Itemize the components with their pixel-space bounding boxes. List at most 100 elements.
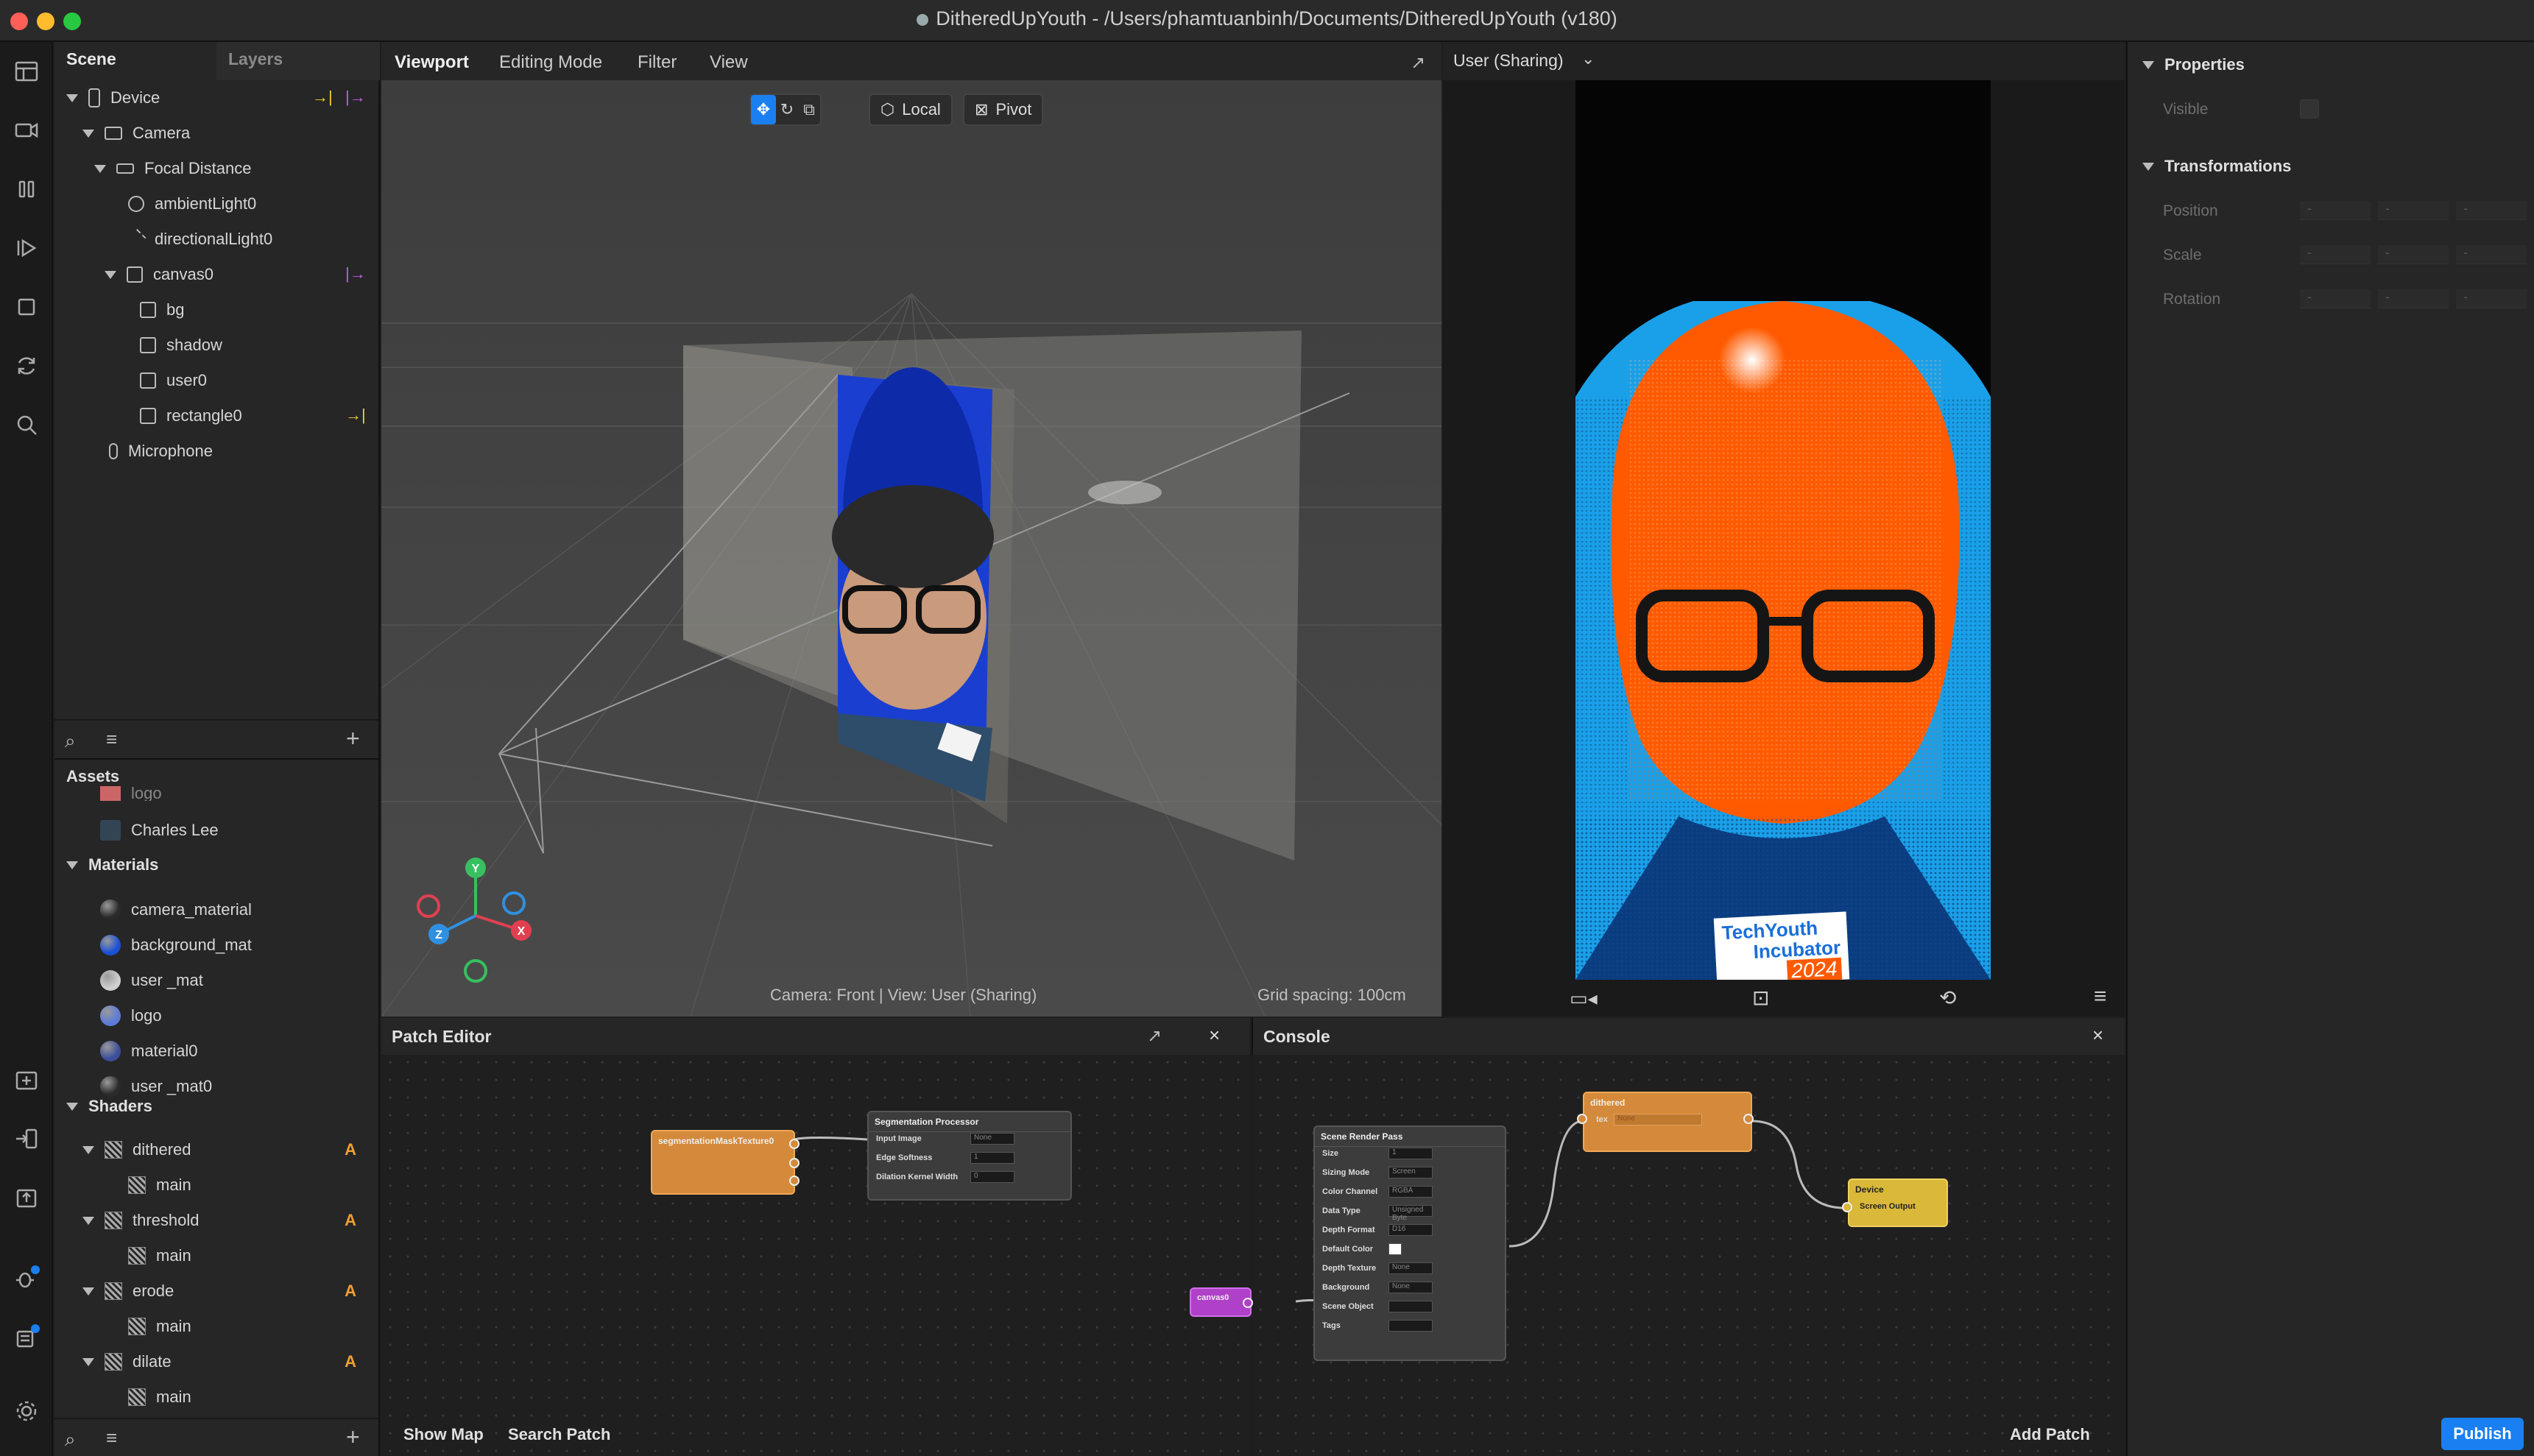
- console-panel[interactable]: Console × canvas0 Scene Render Pass Size…: [1190, 1018, 2125, 1456]
- search-icon[interactable]: ⌕: [65, 1428, 76, 1452]
- material-item[interactable]: material0: [100, 1033, 197, 1069]
- search-icon[interactable]: [12, 410, 41, 439]
- expand-icon[interactable]: [82, 1216, 94, 1225]
- shader-child-item[interactable]: main: [128, 1309, 191, 1344]
- material-item[interactable]: camera_material: [100, 892, 252, 927]
- tree-item-camera[interactable]: Camera: [82, 116, 190, 151]
- tab-layers[interactable]: Layers: [228, 49, 283, 69]
- transform-field[interactable]: -: [2300, 245, 2371, 264]
- expand-icon[interactable]: [66, 860, 78, 869]
- menu-filter[interactable]: Filter: [638, 52, 677, 73]
- viewport[interactable]: Viewport Editing Mode Filter View ↗ Y X …: [381, 42, 1441, 1017]
- materials-section[interactable]: Materials: [66, 855, 158, 874]
- search-icon[interactable]: ⌕: [65, 729, 76, 753]
- dilation-kernel-field[interactable]: 0: [970, 1171, 1014, 1183]
- expand-icon[interactable]: [105, 270, 116, 279]
- expand-icon[interactable]: [66, 93, 78, 102]
- rotate-device-icon[interactable]: ⟲: [1939, 986, 1956, 1010]
- transform-field[interactable]: -: [2300, 289, 2371, 308]
- show-map-button[interactable]: Show Map: [403, 1425, 484, 1444]
- shader-item[interactable]: dithered A: [82, 1132, 377, 1167]
- chevron-down-icon[interactable]: ⌄: [1581, 49, 1595, 68]
- transform-field[interactable]: -: [2456, 201, 2527, 220]
- record-icon[interactable]: ▭◂: [1570, 987, 1598, 1010]
- node-port[interactable]: [1577, 1114, 1587, 1124]
- menu-editing-mode[interactable]: Editing Mode: [499, 52, 602, 73]
- shader-child-item[interactable]: main: [128, 1379, 191, 1415]
- tree-item-focal-distance[interactable]: Focal Distance: [94, 151, 252, 186]
- node-port[interactable]: [789, 1139, 800, 1149]
- expand-icon[interactable]: [82, 1145, 94, 1154]
- pause-icon[interactable]: [12, 174, 41, 204]
- tree-item-device[interactable]: Device: [66, 80, 160, 116]
- visible-checkbox[interactable]: [2300, 99, 2319, 119]
- debug-icon[interactable]: [12, 1264, 41, 1293]
- node-scene-render-pass[interactable]: Scene Render Pass Size 1 Sizing Mode Screen…: [1313, 1125, 1506, 1361]
- refresh-icon[interactable]: [12, 351, 41, 381]
- shader-child-item[interactable]: main: [128, 1167, 191, 1203]
- transform-field[interactable]: -: [2300, 201, 2371, 220]
- expand-icon[interactable]: [82, 1357, 94, 1366]
- scale-tool-icon[interactable]: ⧉: [798, 95, 820, 124]
- settings-icon[interactable]: [12, 1396, 41, 1426]
- shaders-section[interactable]: Shaders: [66, 1097, 152, 1116]
- shader-child-item[interactable]: main: [128, 1238, 191, 1273]
- tree-item-ambient-light[interactable]: ambientLight0: [128, 186, 256, 222]
- node-port[interactable]: [1743, 1114, 1754, 1124]
- input-image-field[interactable]: None: [970, 1133, 1014, 1145]
- transform-field[interactable]: -: [2378, 201, 2449, 220]
- local-button[interactable]: ⬡ Local: [869, 93, 953, 126]
- search-patch-button[interactable]: Search Patch: [508, 1425, 610, 1444]
- node-field[interactable]: Unsigned Byte: [1388, 1205, 1433, 1222]
- expand-icon[interactable]: [2142, 60, 2154, 69]
- tree-item-directional-light[interactable]: directionalLight0: [124, 222, 272, 257]
- expand-icon[interactable]: [66, 1102, 78, 1111]
- add-icon[interactable]: +: [346, 725, 360, 752]
- shader-item[interactable]: erode A: [82, 1273, 377, 1309]
- node-field[interactable]: Screen: [1388, 1167, 1433, 1178]
- menu-icon[interactable]: ≡: [2094, 984, 2107, 1009]
- edge-softness-field[interactable]: 1: [970, 1152, 1014, 1164]
- tree-item-user0[interactable]: user0: [140, 363, 207, 398]
- stop-icon[interactable]: [12, 292, 41, 322]
- expand-icon[interactable]: [82, 129, 94, 138]
- export-icon[interactable]: [12, 1183, 41, 1212]
- tree-item-rectangle0[interactable]: rectangle0: [140, 398, 242, 434]
- shader-item[interactable]: dilate A: [82, 1344, 377, 1379]
- tree-item-microphone[interactable]: Microphone: [105, 434, 213, 469]
- tree-item-canvas[interactable]: canvas0: [105, 257, 213, 292]
- material-item[interactable]: user _mat: [100, 963, 203, 998]
- node-port[interactable]: [1243, 1298, 1253, 1308]
- node-port[interactable]: [789, 1176, 800, 1186]
- node-segmentation-processor[interactable]: Segmentation Processor Input Image None …: [867, 1111, 1072, 1201]
- tree-item-shadow[interactable]: shadow: [140, 328, 222, 363]
- patch-editor[interactable]: Patch Editor ↗ × segmentationMaskTexture…: [381, 1018, 1250, 1456]
- pivot-button[interactable]: ⊠ Pivot: [963, 93, 1044, 126]
- asset-item-logo-partial[interactable]: logo: [100, 786, 162, 801]
- rotate-tool-icon[interactable]: ↻: [776, 95, 798, 124]
- menu-viewport[interactable]: Viewport: [395, 52, 469, 73]
- node-field[interactable]: None: [1388, 1282, 1433, 1293]
- filter-icon[interactable]: ≡: [106, 728, 117, 751]
- transform-field[interactable]: -: [2378, 289, 2449, 308]
- device-selector[interactable]: User (Sharing): [1453, 51, 1564, 71]
- properties-section[interactable]: Properties: [2142, 55, 2245, 74]
- asset-item-charles-lee[interactable]: Charles Lee: [100, 813, 219, 848]
- node-field[interactable]: RGBA: [1388, 1186, 1433, 1198]
- import-icon[interactable]: [12, 1124, 41, 1153]
- add-patch-button[interactable]: Add Patch: [2010, 1425, 2090, 1444]
- publish-button[interactable]: Publish: [2441, 1418, 2524, 1450]
- transformations-section[interactable]: Transformations: [2142, 157, 2291, 176]
- material-item[interactable]: background_mat: [100, 927, 252, 963]
- material-item[interactable]: logo: [100, 998, 162, 1033]
- transform-field[interactable]: -: [2456, 245, 2527, 264]
- menu-view[interactable]: View: [710, 52, 748, 73]
- docs-icon[interactable]: [12, 1323, 41, 1352]
- node-field[interactable]: 1: [1388, 1148, 1433, 1159]
- filter-icon[interactable]: ≡: [106, 1427, 117, 1449]
- move-tool-icon[interactable]: ✥: [751, 95, 776, 124]
- node-field[interactable]: D16: [1388, 1224, 1433, 1236]
- transform-field[interactable]: -: [2378, 245, 2449, 264]
- popout-icon[interactable]: ↗: [1411, 52, 1425, 74]
- node-dithered[interactable]: dithered tex None: [1577, 1092, 1754, 1152]
